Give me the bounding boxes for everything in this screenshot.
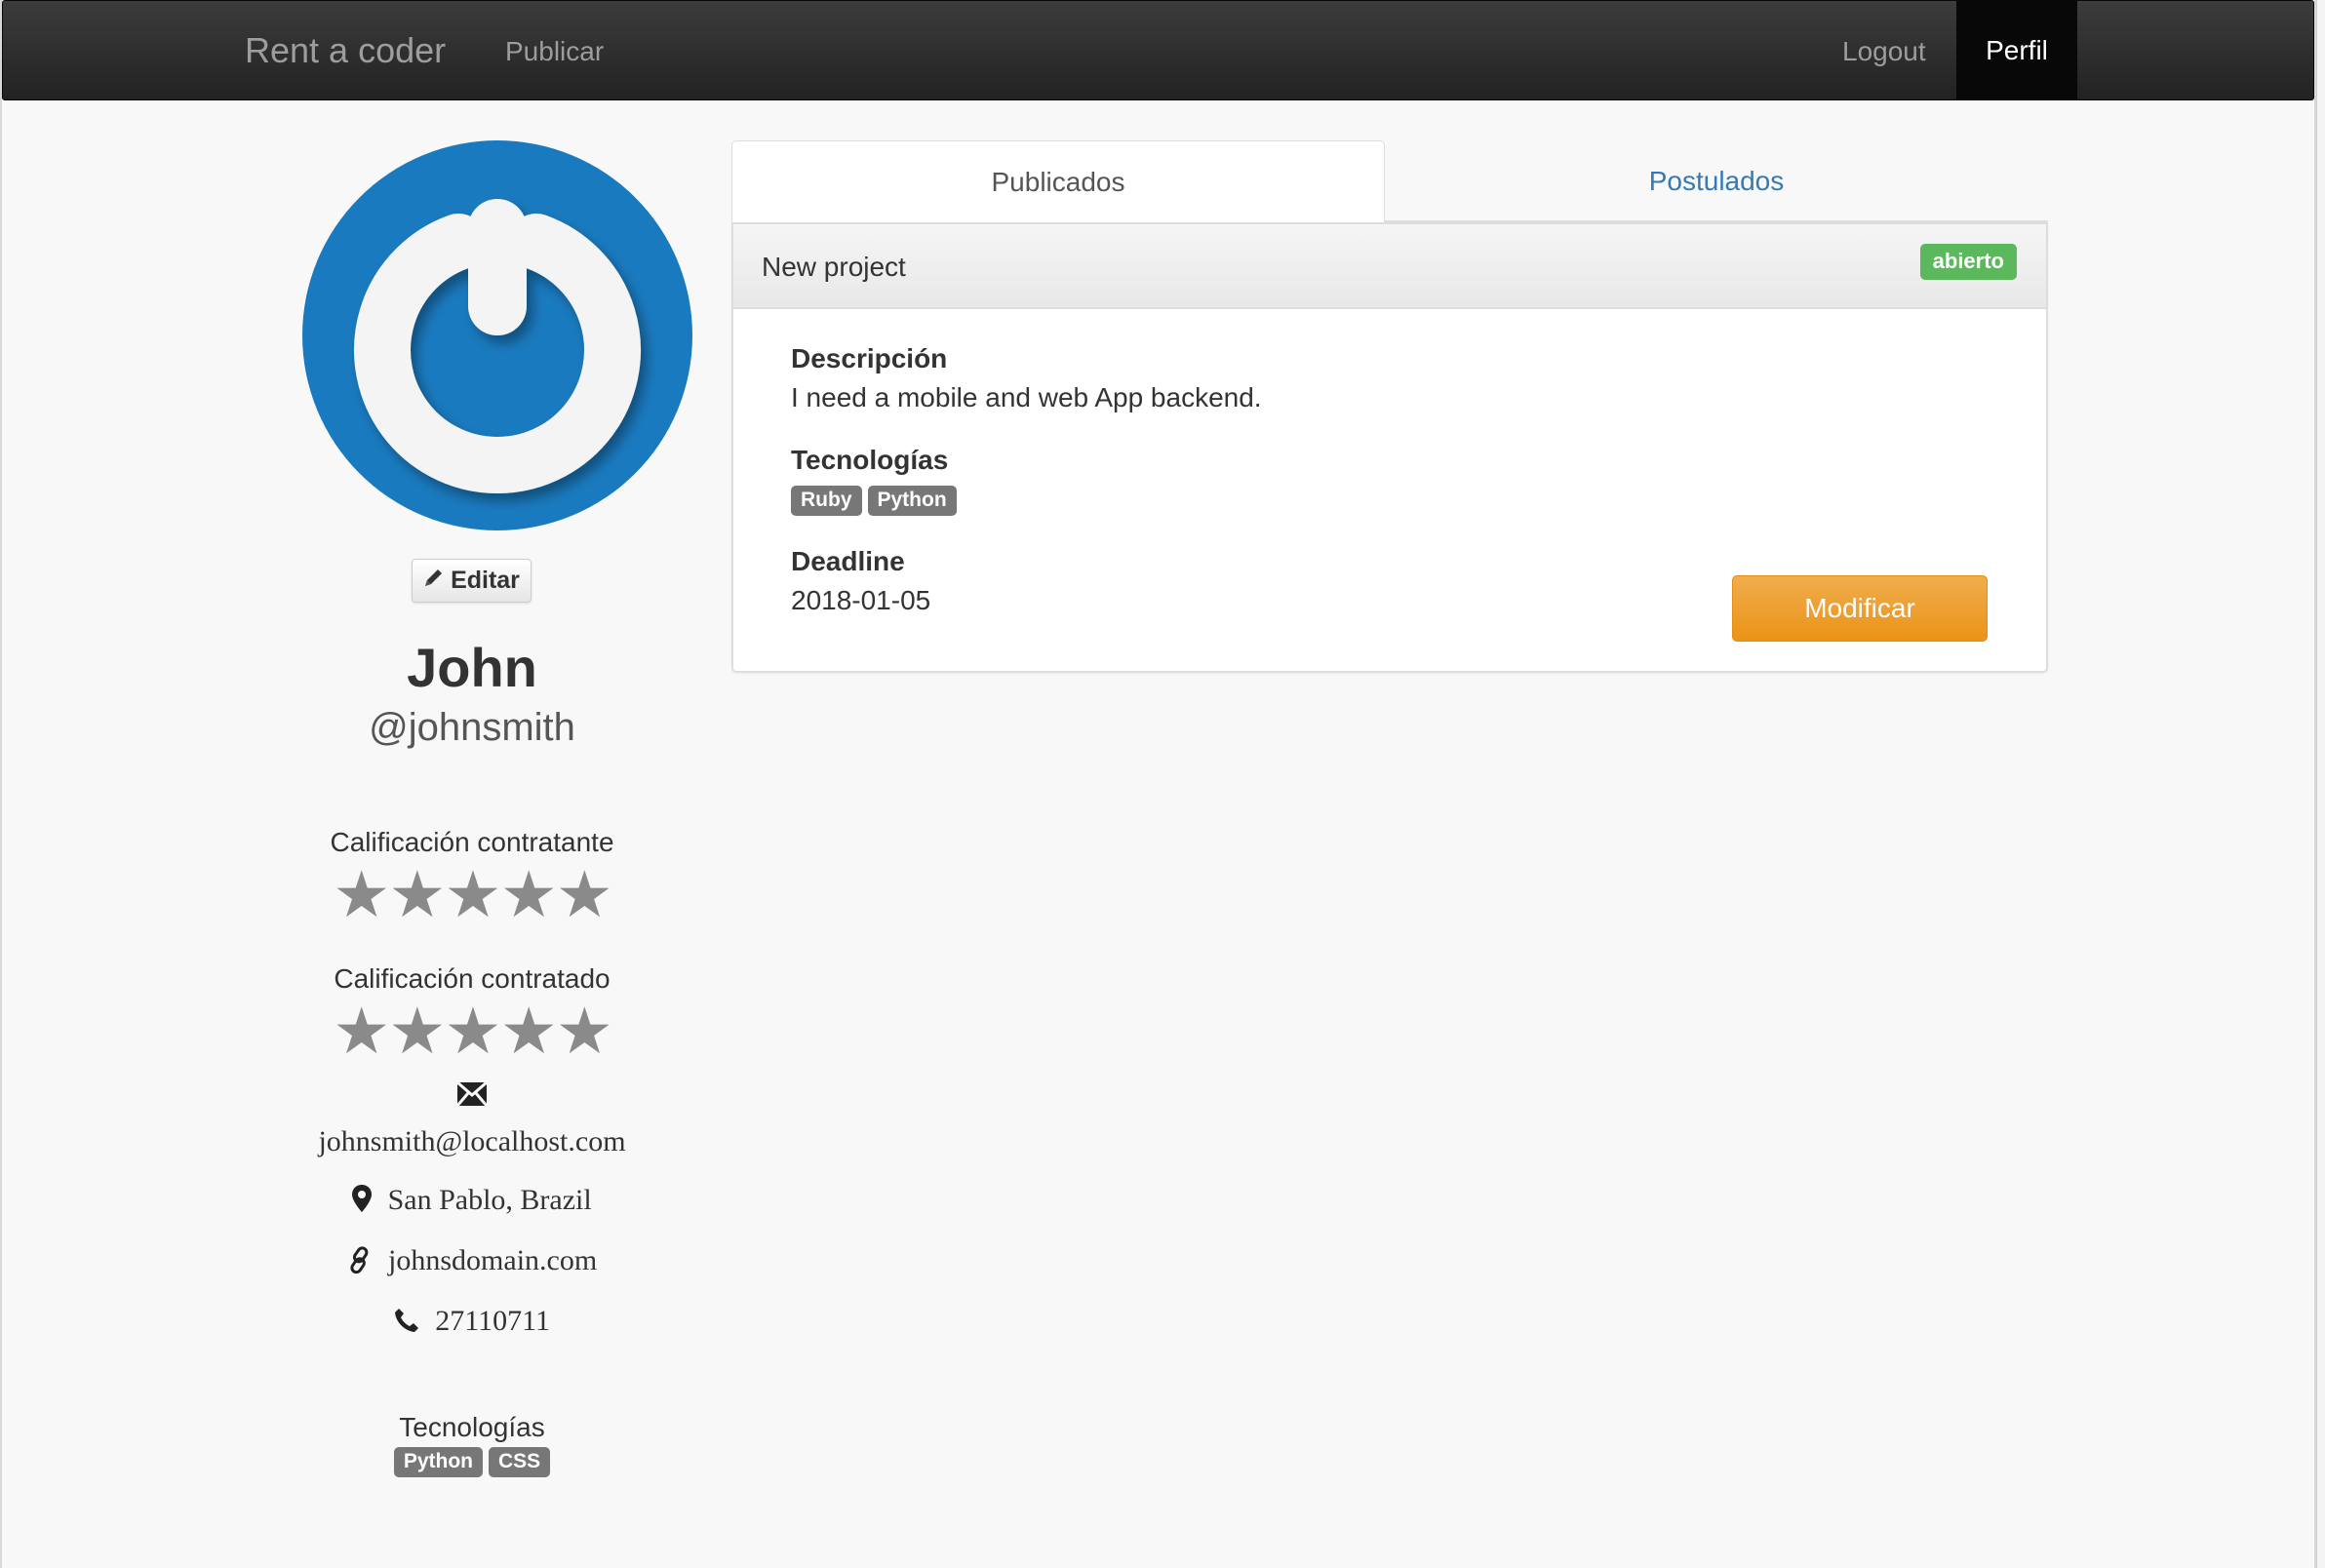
- deadline-label: Deadline: [791, 546, 905, 576]
- project-card-header: New project abierto: [733, 224, 2046, 309]
- navbar: Rent a coder Publicar Logout Perfil: [2, 0, 2314, 100]
- project-title: New project: [762, 252, 906, 282]
- power-logo-icon: [302, 140, 692, 530]
- pencil-icon: [423, 567, 445, 595]
- edit-profile-button[interactable]: Editar: [412, 559, 532, 603]
- tab-published[interactable]: Publicados: [731, 140, 1385, 222]
- modify-button[interactable]: Modificar: [1732, 575, 1988, 642]
- description-text: I need a mobile and web App backend.: [791, 382, 1262, 412]
- profile-email[interactable]: johnsmith@localhost.com: [275, 1125, 669, 1158]
- phone-text: 27110711: [435, 1305, 551, 1337]
- map-marker-icon: [352, 1185, 379, 1216]
- rating-hirer-label: Calificación contratante: [330, 827, 614, 857]
- nav-logout-link[interactable]: Logout: [1842, 36, 1926, 67]
- nav-profile-link[interactable]: Perfil: [1956, 1, 2077, 100]
- profile-location: San Pablo, Brazil: [275, 1184, 669, 1217]
- description-label: Descripción: [791, 343, 948, 373]
- link-icon: [347, 1246, 380, 1276]
- tech-badge: Python: [867, 486, 957, 516]
- project-tech-label: Tecnologías: [791, 445, 949, 475]
- tech-badge: Python: [393, 1447, 483, 1477]
- project-card: New project abierto Descripción I need a…: [731, 222, 2048, 673]
- profile-website[interactable]: johnsdomain.com: [275, 1244, 669, 1277]
- envelope-icon: [275, 1080, 669, 1111]
- rating-hired-label: Calificación contratado: [334, 963, 611, 994]
- nav-publish-link[interactable]: Publicar: [505, 36, 604, 67]
- brand-link[interactable]: Rent a coder: [245, 30, 446, 71]
- profile-tech-label: Tecnologías: [399, 1412, 545, 1442]
- project-tech-list: Ruby Python: [788, 486, 960, 516]
- tech-badge: Ruby: [791, 486, 862, 516]
- tech-badge: CSS: [488, 1447, 551, 1477]
- avatar: [302, 140, 692, 530]
- location-text: San Pablo, Brazil: [387, 1184, 592, 1216]
- profile-name: John: [407, 637, 537, 698]
- phone-icon: [394, 1308, 427, 1337]
- edit-label: Editar: [451, 567, 520, 594]
- deadline-value: 2018-01-05: [791, 585, 931, 615]
- status-badge: abierto: [1919, 244, 2017, 280]
- website-text: johnsdomain.com: [388, 1244, 598, 1276]
- tab-applied[interactable]: Postulados: [1385, 140, 2048, 222]
- rating-hirer-stars: ★★★★★: [333, 858, 613, 930]
- profile-phone: 27110711: [275, 1305, 669, 1338]
- profile-tech-list: Python CSS: [275, 1447, 669, 1477]
- window-edge: [2316, 0, 2325, 1568]
- profile-username: @johnsmith: [369, 706, 575, 749]
- rating-hired-stars: ★★★★★: [333, 995, 613, 1067]
